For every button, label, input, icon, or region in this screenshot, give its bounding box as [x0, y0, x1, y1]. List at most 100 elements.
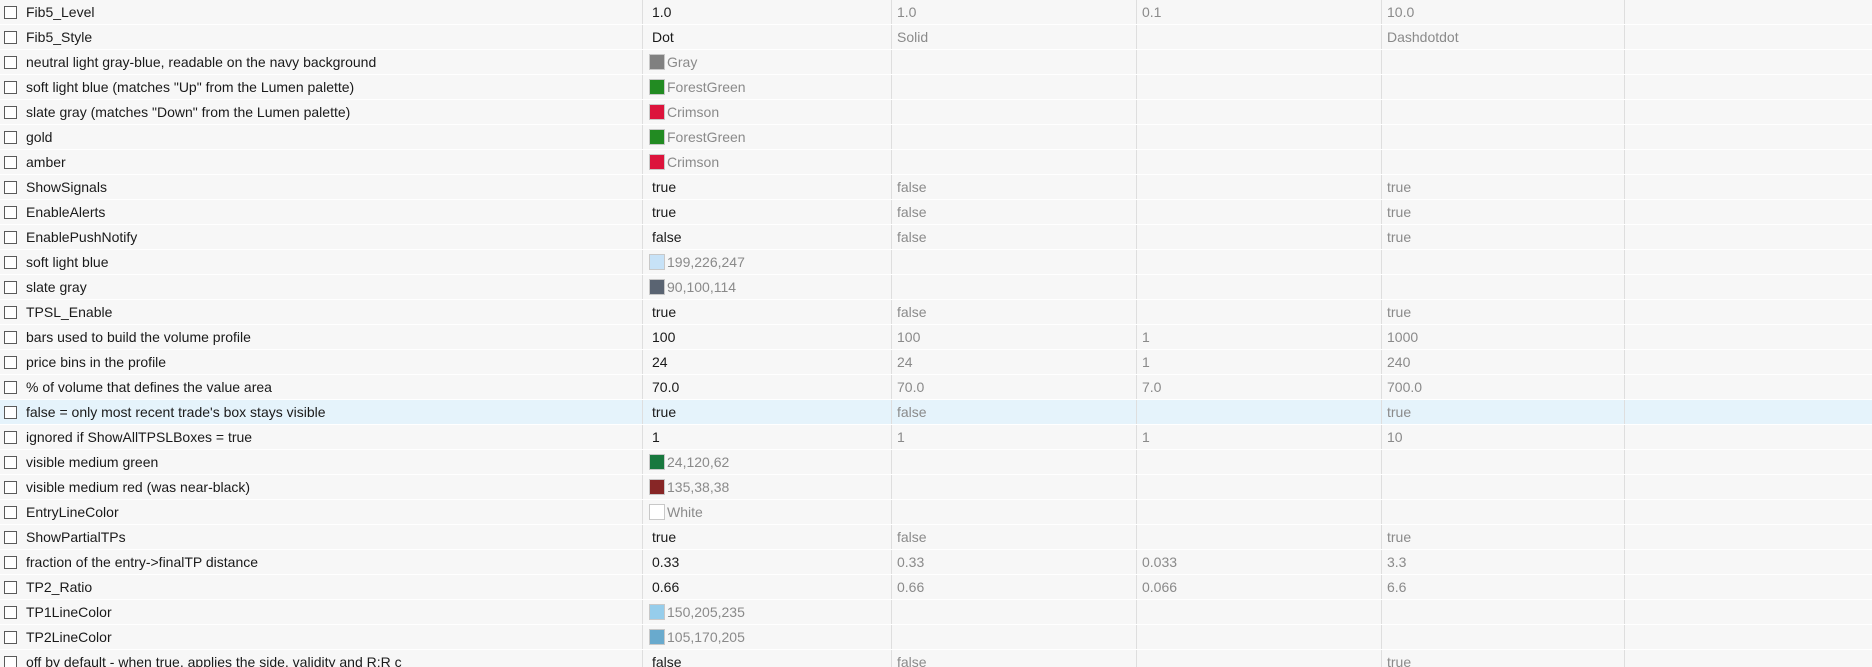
start-cell[interactable]: 100 — [892, 325, 1137, 349]
parameter-row[interactable]: gold ForestGreen — [0, 125, 1872, 150]
optimize-checkbox[interactable] — [4, 280, 17, 294]
value-cell[interactable]: 150,205,235 — [643, 600, 892, 624]
value-cell[interactable]: ForestGreen — [643, 75, 892, 99]
parameter-row[interactable]: amber Crimson — [0, 150, 1872, 175]
stop-cell[interactable]: 700.0 — [1382, 375, 1625, 399]
name-cell[interactable]: visible medium green — [0, 450, 643, 474]
name-cell[interactable]: bars used to build the volume profile — [0, 325, 643, 349]
stop-cell[interactable] — [1382, 100, 1625, 124]
value-cell[interactable]: true — [643, 400, 892, 424]
step-cell[interactable] — [1137, 275, 1382, 299]
start-cell[interactable]: 1.0 — [892, 0, 1137, 24]
stop-cell[interactable] — [1382, 600, 1625, 624]
start-cell[interactable] — [892, 250, 1137, 274]
value-cell[interactable]: true — [643, 175, 892, 199]
optimize-checkbox[interactable] — [4, 555, 17, 569]
step-cell[interactable] — [1137, 25, 1382, 49]
color-swatch[interactable] — [649, 129, 665, 145]
parameter-row[interactable]: ignored if ShowAllTPSLBoxes = true 1 1 1… — [0, 425, 1872, 450]
stop-cell[interactable]: true — [1382, 200, 1625, 224]
value-cell[interactable]: Dot — [643, 25, 892, 49]
stop-cell[interactable] — [1382, 275, 1625, 299]
parameter-row[interactable]: bars used to build the volume profile 10… — [0, 325, 1872, 350]
stop-cell[interactable] — [1382, 250, 1625, 274]
name-cell[interactable]: TP2_Ratio — [0, 575, 643, 599]
color-swatch[interactable] — [649, 104, 665, 120]
parameter-row[interactable]: % of volume that defines the value area … — [0, 375, 1872, 400]
value-cell[interactable]: 1.0 — [643, 0, 892, 24]
parameter-row[interactable]: TP2LineColor 105,170,205 — [0, 625, 1872, 650]
optimize-checkbox[interactable] — [4, 155, 17, 169]
name-cell[interactable]: TPSL_Enable — [0, 300, 643, 324]
optimize-checkbox[interactable] — [4, 430, 17, 444]
start-cell[interactable]: false — [892, 200, 1137, 224]
optimize-checkbox[interactable] — [4, 205, 17, 219]
color-swatch[interactable] — [649, 254, 665, 270]
value-cell[interactable]: true — [643, 525, 892, 549]
start-cell[interactable]: 0.66 — [892, 575, 1137, 599]
color-swatch[interactable] — [649, 279, 665, 295]
start-cell[interactable]: 70.0 — [892, 375, 1137, 399]
value-cell[interactable]: 1 — [643, 425, 892, 449]
stop-cell[interactable]: true — [1382, 175, 1625, 199]
stop-cell[interactable]: true — [1382, 300, 1625, 324]
start-cell[interactable]: false — [892, 175, 1137, 199]
step-cell[interactable]: 0.033 — [1137, 550, 1382, 574]
step-cell[interactable]: 1 — [1137, 325, 1382, 349]
optimize-checkbox[interactable] — [4, 55, 17, 69]
value-cell[interactable]: White — [643, 500, 892, 524]
stop-cell[interactable]: 10.0 — [1382, 0, 1625, 24]
stop-cell[interactable]: true — [1382, 650, 1625, 667]
parameter-row[interactable]: EntryLineColor White — [0, 500, 1872, 525]
start-cell[interactable] — [892, 50, 1137, 74]
start-cell[interactable] — [892, 125, 1137, 149]
start-cell[interactable]: 24 — [892, 350, 1137, 374]
value-cell[interactable]: 100 — [643, 325, 892, 349]
parameter-row[interactable]: ShowPartialTPs true false true — [0, 525, 1872, 550]
parameter-row[interactable]: slate gray (matches "Down" from the Lume… — [0, 100, 1872, 125]
step-cell[interactable]: 7.0 — [1137, 375, 1382, 399]
name-cell[interactable]: ShowSignals — [0, 175, 643, 199]
stop-cell[interactable]: Dashdotdot — [1382, 25, 1625, 49]
stop-cell[interactable]: 6.6 — [1382, 575, 1625, 599]
stop-cell[interactable] — [1382, 450, 1625, 474]
optimize-checkbox[interactable] — [4, 630, 17, 644]
optimize-checkbox[interactable] — [4, 605, 17, 619]
stop-cell[interactable] — [1382, 50, 1625, 74]
color-swatch[interactable] — [649, 54, 665, 70]
start-cell[interactable]: 0.33 — [892, 550, 1137, 574]
step-cell[interactable] — [1137, 225, 1382, 249]
step-cell[interactable] — [1137, 500, 1382, 524]
name-cell[interactable]: Fib5_Style — [0, 25, 643, 49]
step-cell[interactable]: 0.1 — [1137, 0, 1382, 24]
color-swatch[interactable] — [649, 604, 665, 620]
name-cell[interactable]: false = only most recent trade's box sta… — [0, 400, 643, 424]
stop-cell[interactable]: 3.3 — [1382, 550, 1625, 574]
parameter-row[interactable]: slate gray 90,100,114 — [0, 275, 1872, 300]
name-cell[interactable]: EnableAlerts — [0, 200, 643, 224]
value-cell[interactable]: 70.0 — [643, 375, 892, 399]
step-cell[interactable]: 0.066 — [1137, 575, 1382, 599]
start-cell[interactable] — [892, 600, 1137, 624]
name-cell[interactable]: EntryLineColor — [0, 500, 643, 524]
step-cell[interactable] — [1137, 125, 1382, 149]
name-cell[interactable]: Fib5_Level — [0, 0, 643, 24]
step-cell[interactable] — [1137, 650, 1382, 667]
optimize-checkbox[interactable] — [4, 380, 17, 394]
optimize-checkbox[interactable] — [4, 580, 17, 594]
step-cell[interactable] — [1137, 400, 1382, 424]
color-swatch[interactable] — [649, 154, 665, 170]
step-cell[interactable]: 1 — [1137, 425, 1382, 449]
name-cell[interactable]: fraction of the entry->finalTP distance — [0, 550, 643, 574]
step-cell[interactable] — [1137, 150, 1382, 174]
stop-cell[interactable]: true — [1382, 525, 1625, 549]
optimize-checkbox[interactable] — [4, 130, 17, 144]
start-cell[interactable]: false — [892, 650, 1137, 667]
stop-cell[interactable]: true — [1382, 400, 1625, 424]
value-cell[interactable]: 24 — [643, 350, 892, 374]
step-cell[interactable] — [1137, 50, 1382, 74]
optimize-checkbox[interactable] — [4, 655, 17, 667]
start-cell[interactable]: false — [892, 300, 1137, 324]
value-cell[interactable]: Gray — [643, 50, 892, 74]
name-cell[interactable]: EnablePushNotify — [0, 225, 643, 249]
